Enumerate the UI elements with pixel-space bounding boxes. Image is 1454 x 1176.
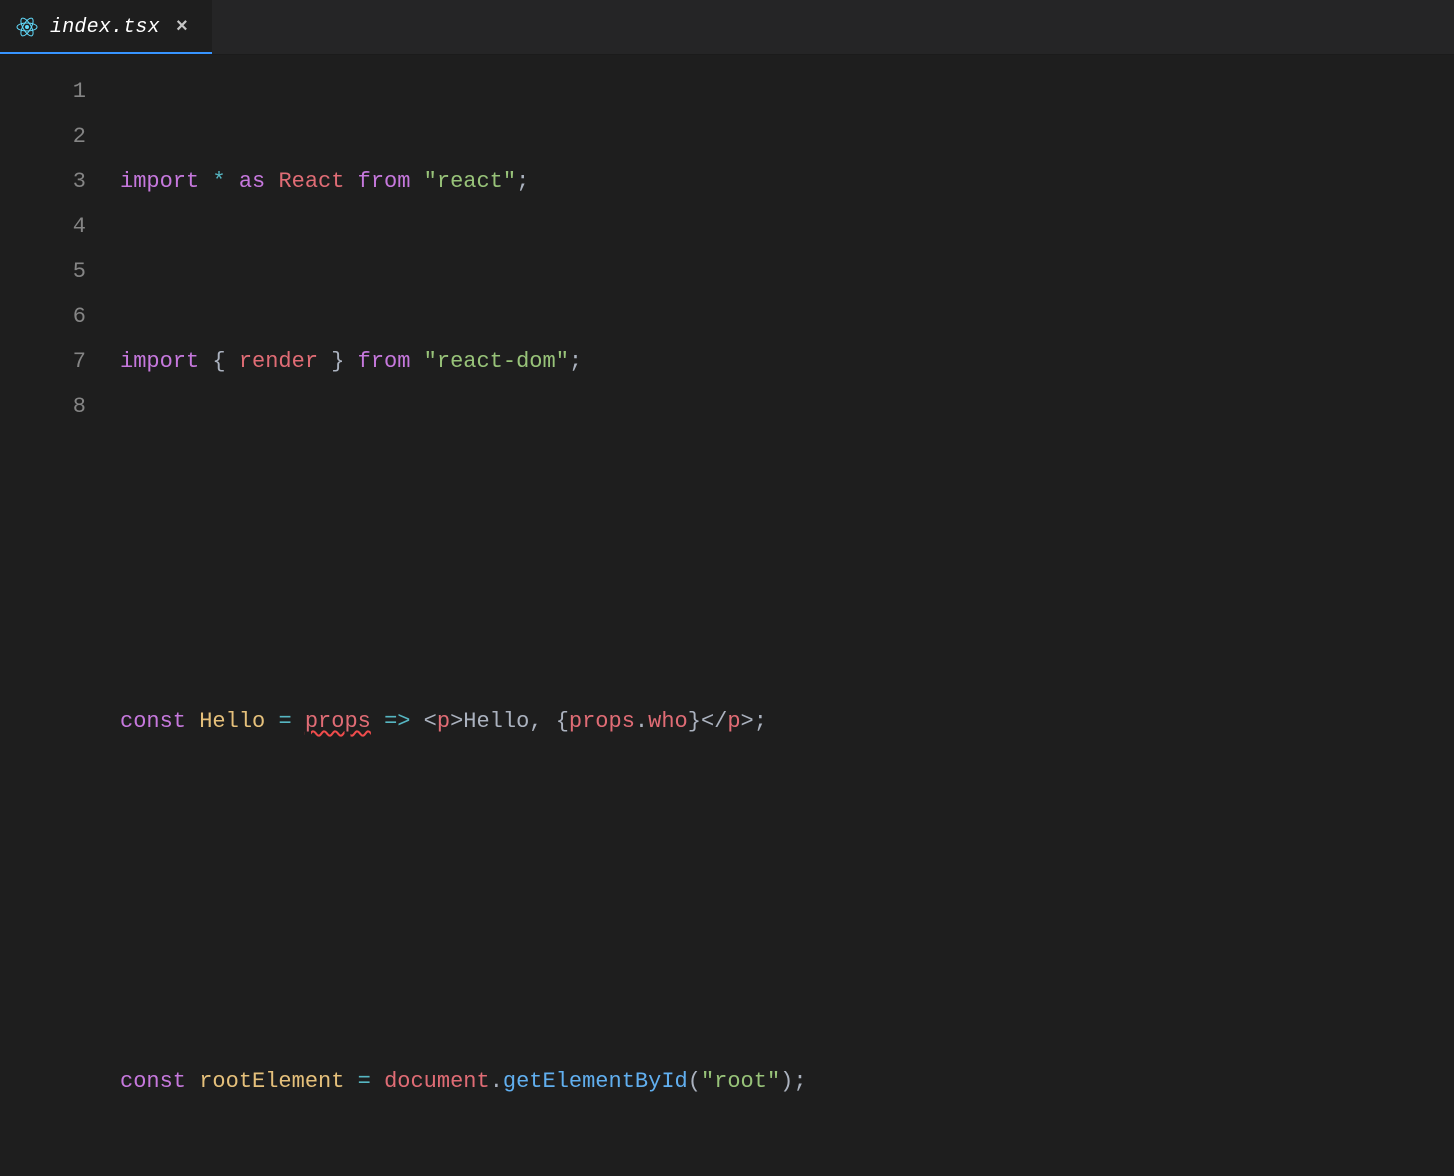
code-line[interactable]: import { render } from "react-dom"; [120,339,1454,384]
line-number-gutter: 1 2 3 4 5 6 7 8 [0,69,120,1176]
line-number: 5 [0,249,86,294]
line-number: 4 [0,204,86,249]
line-number: 8 [0,384,86,429]
code-area[interactable]: import * as React from "react"; import {… [120,69,1454,1176]
code-line-empty[interactable] [120,879,1454,924]
code-editor[interactable]: 1 2 3 4 5 6 7 8 import * as React from "… [0,55,1454,1176]
react-icon [16,16,38,38]
code-line[interactable]: const rootElement = document.getElementB… [120,1059,1454,1104]
line-number: 2 [0,114,86,159]
line-number: 6 [0,294,86,339]
close-icon[interactable]: × [172,16,192,39]
tab-filename: index.tsx [50,16,160,39]
line-number: 7 [0,339,86,384]
tab-index-tsx[interactable]: index.tsx × [0,0,213,54]
line-number: 1 [0,69,86,114]
tab-bar: index.tsx × [0,0,1454,55]
code-line[interactable]: const Hello = props => <p>Hello, {props.… [120,699,1454,744]
code-line[interactable]: import * as React from "react"; [120,159,1454,204]
error-squiggle[interactable]: props [305,709,371,734]
line-number: 3 [0,159,86,204]
code-line-empty[interactable] [120,519,1454,564]
